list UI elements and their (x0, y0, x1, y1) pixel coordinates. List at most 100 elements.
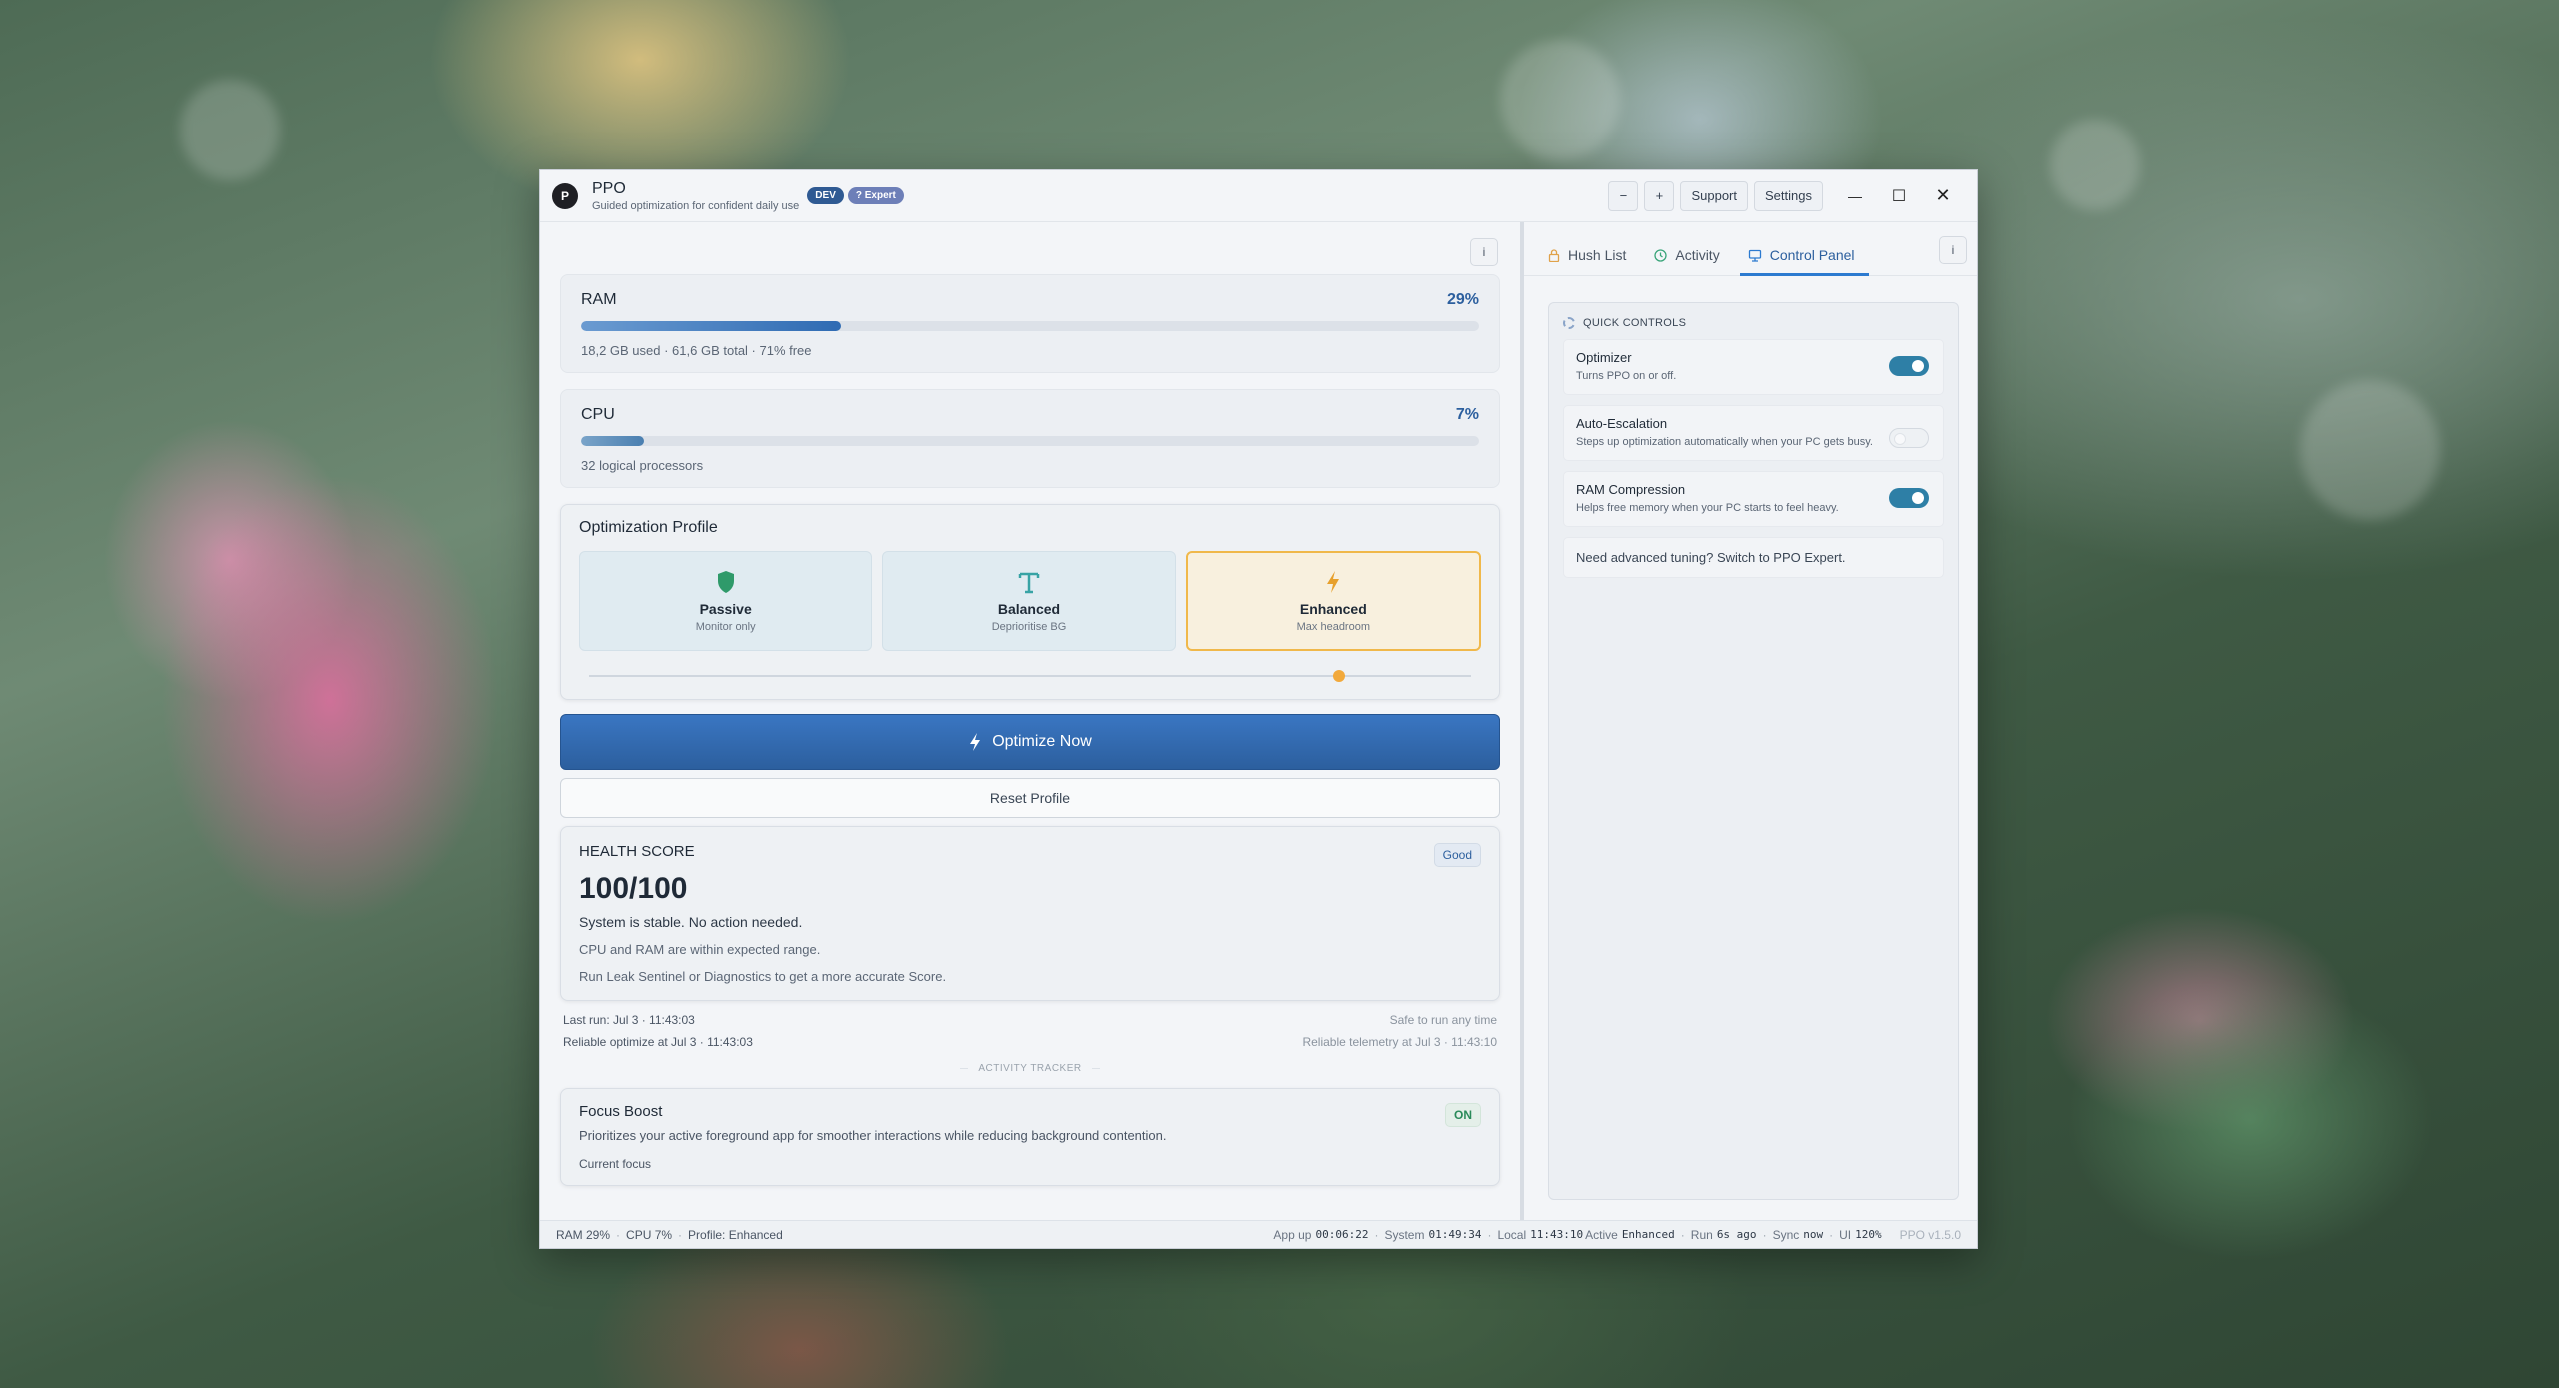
sync-value: now (1803, 1228, 1824, 1241)
cpu-bar-fill (581, 436, 644, 446)
separator: · (1762, 1227, 1767, 1242)
slider-knob[interactable] (1332, 670, 1345, 682)
title-left: P PPO Guided optimization for confident … (552, 180, 1602, 212)
reliable-telemetry-text: Reliable telemetry at Jul 3 · 11:43:10 (1302, 1035, 1497, 1049)
info-button[interactable]: i (1470, 238, 1498, 266)
text-t-icon (1018, 572, 1040, 594)
tab-control-panel[interactable]: Control Panel (1739, 247, 1869, 276)
profile-passive[interactable]: Passive Monitor only (579, 551, 873, 651)
system-label: System (1384, 1227, 1425, 1242)
profile-enhanced-name: Enhanced (1299, 601, 1367, 617)
ram-percent: 29% (1446, 291, 1479, 308)
run-info-left: Last run: Jul 3 · 11:43:03 Reliable opti… (563, 1013, 753, 1057)
settings-button[interactable]: Settings (1754, 180, 1823, 211)
zoom-out-button[interactable]: − (1608, 180, 1639, 211)
lock-icon (1548, 248, 1560, 262)
app-window: P PPO Guided optimization for confident … (539, 169, 1978, 1249)
status-right: App up 00:06:22 · System 01:49:34 · Loca… (1273, 1228, 1961, 1242)
expert-mode-note[interactable]: Need advanced tuning? Switch to PPO Expe… (1563, 537, 1944, 578)
status-bar: RAM 29% · CPU 7% · Profile: Enhanced App… (540, 1220, 1977, 1248)
profile-enhanced[interactable]: Enhanced Max headroom (1185, 551, 1481, 651)
optimize-now-button[interactable]: Optimize Now (560, 714, 1500, 770)
ram-bar (581, 321, 1479, 331)
info-button[interactable]: i (1939, 236, 1967, 264)
maximize-button[interactable]: ☐ (1877, 176, 1921, 216)
monitor-icon (1748, 249, 1761, 262)
tab-activity[interactable]: Activity (1646, 247, 1733, 275)
separator: · (1829, 1227, 1834, 1242)
title-block: PPO Guided optimization for confident da… (592, 180, 799, 212)
zoom-in-button[interactable]: + (1644, 180, 1675, 211)
focus-boost-card: Focus Boost ON Prioritizes your active f… (560, 1088, 1500, 1186)
spinner-icon (1563, 317, 1575, 329)
tab-hush-list[interactable]: Hush List (1540, 247, 1640, 275)
toggle-knob (1912, 360, 1924, 372)
quick-controls-panel: QUICK CONTROLS Optimizer Turns PPO on or… (1548, 302, 1959, 1200)
separator: · (1680, 1227, 1685, 1242)
close-button[interactable]: ✕ (1921, 176, 1965, 216)
active-label: Active (1585, 1227, 1618, 1242)
ram-header: RAM 29% (581, 291, 1479, 309)
status-profile: Profile: Enhanced (688, 1227, 783, 1242)
ram-compression-control: RAM Compression Helps free memory when y… (1563, 471, 1944, 527)
app-up-label: App up (1273, 1227, 1312, 1242)
auto-escalation-title: Auto-Escalation (1576, 416, 1668, 431)
background-bokeh (2050, 120, 2140, 210)
separator: · (1374, 1227, 1379, 1242)
optimizer-desc: Turns PPO on or off. (1576, 370, 1677, 382)
ram-compression-title: RAM Compression (1576, 482, 1686, 497)
auto-escalation-control: Auto-Escalation Steps up optimization au… (1563, 405, 1944, 461)
separator: · (678, 1227, 683, 1242)
focus-boost-status-badge[interactable]: ON (1445, 1103, 1481, 1127)
profile-balanced[interactable]: Balanced Deprioritise BG (882, 551, 1176, 651)
auto-escalation-toggle[interactable] (1889, 428, 1929, 448)
optimizer-title: Optimizer (1576, 350, 1632, 365)
health-score-label: HEALTH SCORE (579, 843, 695, 860)
separator: · (616, 1227, 621, 1242)
health-status-text: System is stable. No action needed. (579, 914, 803, 930)
expert-badge[interactable]: ? Expert (847, 187, 904, 204)
health-status-badge: Good (1433, 843, 1481, 867)
run-info-right: Safe to run any time Reliable telemetry … (1302, 1013, 1497, 1057)
health-detail-2: Run Leak Sentinel or Diagnostics to get … (579, 969, 947, 984)
profile-slider[interactable] (589, 669, 1471, 683)
ram-compression-desc: Helps free memory when your PC starts to… (1576, 502, 1839, 514)
dev-badge: DEV (807, 187, 844, 204)
version-label: PPO v1.5.0 (1899, 1227, 1961, 1242)
minimize-button[interactable]: — (1833, 176, 1877, 216)
activity-tracker-divider: ACTIVITY TRACKER (560, 1063, 1500, 1074)
title-bar: P PPO Guided optimization for confident … (540, 170, 1977, 222)
app-title: PPO (592, 179, 626, 197)
profile-title: Optimization Profile (579, 519, 718, 536)
toggle-knob (1894, 433, 1906, 445)
background-bokeh (1500, 40, 1620, 160)
separator: · (1487, 1227, 1492, 1242)
profile-passive-name: Passive (699, 601, 752, 617)
cpu-label: CPU (581, 406, 615, 423)
ram-detail: 18,2 GB used · 61,6 GB total · 71% free (581, 343, 812, 358)
profile-enhanced-desc: Max headroom (1296, 621, 1370, 633)
divider-line (960, 1068, 969, 1069)
quick-controls-title: QUICK CONTROLS (1583, 317, 1687, 329)
safe-to-run-text: Safe to run any time (1389, 1013, 1497, 1027)
content: i RAM 29% 18,2 GB used · 61,6 GB total ·… (540, 222, 1977, 1220)
profile-balanced-name: Balanced (997, 601, 1061, 617)
auto-escalation-desc: Steps up optimization automatically when… (1576, 436, 1873, 448)
optimizer-toggle[interactable] (1889, 356, 1929, 376)
shield-icon (717, 571, 734, 593)
run-value: 6s ago (1716, 1228, 1757, 1241)
reset-profile-button[interactable]: Reset Profile (560, 778, 1500, 818)
health-score-card: HEALTH SCORE Good 100/100 System is stab… (560, 826, 1500, 1001)
ram-compression-toggle[interactable] (1889, 488, 1929, 508)
bolt-icon (1327, 571, 1340, 593)
cpu-percent: 7% (1455, 406, 1479, 423)
cpu-card: CPU 7% 32 logical processors (560, 389, 1500, 488)
cpu-bar (581, 436, 1479, 446)
local-label: Local (1497, 1227, 1527, 1242)
optimization-profile-card: Optimization Profile Passive Monitor onl… (560, 504, 1500, 700)
toggle-knob (1912, 492, 1924, 504)
ram-bar-fill (581, 321, 842, 331)
support-button[interactable]: Support (1680, 180, 1749, 211)
cpu-detail: 32 logical processors (581, 458, 704, 473)
